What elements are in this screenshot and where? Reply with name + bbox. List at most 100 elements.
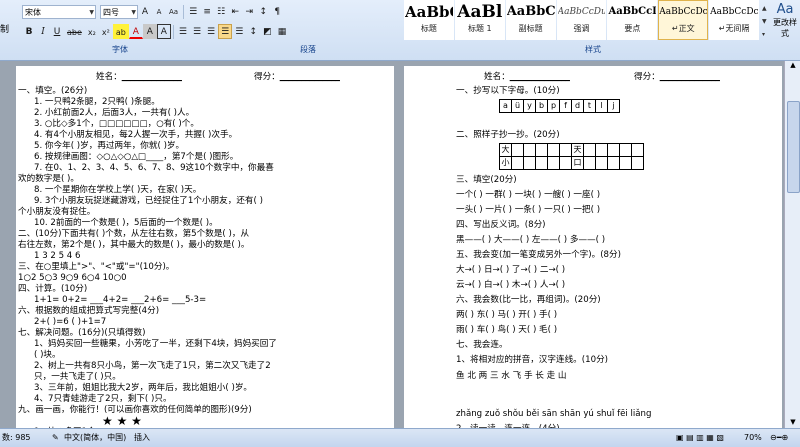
- question-line: 四、计算。(10分): [18, 284, 88, 294]
- question-line: 雨( ) 车( ) 鸟( ) 天( ) 毛( ): [456, 325, 558, 335]
- show-marks-icon[interactable]: ¶: [270, 4, 284, 19]
- strikethrough-label: abe: [67, 28, 82, 37]
- char-shading-button[interactable]: A: [142, 24, 157, 39]
- align-center-icon[interactable]: ☰: [190, 24, 204, 39]
- grow-font-label: A: [141, 7, 149, 17]
- style-title[interactable]: AaBbC 标题: [404, 0, 454, 40]
- char-border-button[interactable]: A: [156, 24, 171, 39]
- borders-icon[interactable]: ▦: [275, 24, 290, 39]
- question-line: ★ ★ ★: [102, 414, 142, 428]
- style-preview: AaBbC: [506, 4, 555, 19]
- style-strong[interactable]: AaBbCcD 要点: [607, 0, 658, 40]
- grow-font-button[interactable]: A: [138, 4, 152, 19]
- style-no-spacing[interactable]: AaBbCcDc ↵无间隔: [709, 0, 760, 40]
- align-left-icon[interactable]: ☰: [176, 24, 190, 39]
- zoom-level[interactable]: 70%: [744, 429, 762, 447]
- highlight-button[interactable]: ab: [112, 24, 129, 39]
- style-name: 标题 1: [467, 24, 492, 33]
- question-line: 二、照样子抄一抄。(20分): [456, 130, 560, 140]
- font-name-combo[interactable]: 宋体 ▼: [22, 4, 96, 19]
- separator: [172, 24, 174, 39]
- shrink-font-button[interactable]: A: [152, 4, 166, 19]
- italic-button[interactable]: I: [36, 24, 50, 39]
- font-size-combo[interactable]: 四号 ▼: [100, 4, 138, 19]
- distributed-icon[interactable]: ☰: [232, 24, 246, 39]
- style-heading1[interactable]: AaBl 标题 1: [454, 0, 505, 40]
- underline-label: U: [53, 27, 61, 37]
- strikethrough-button[interactable]: abe: [64, 24, 85, 39]
- question-line: 1、妈妈买回一些糖果，小芳吃了一半，还剩下4块，妈妈买回了: [34, 339, 277, 349]
- line-spacing-icon[interactable]: ↕: [246, 24, 260, 39]
- question-line: 六、根据数的组成把算式写完整(4分): [18, 306, 160, 316]
- question-line: 2+( )=6 ( )+1=7: [34, 317, 107, 327]
- question-line: 5. 你今年( )岁，再过两年，你就( )岁。: [34, 141, 185, 151]
- separator: [183, 4, 185, 19]
- vertical-scrollbar[interactable]: ▲ ▼: [784, 61, 800, 428]
- copy-row: 小口: [499, 156, 644, 170]
- insert-mode[interactable]: 插入: [134, 429, 150, 447]
- page-left[interactable]: 姓名：______________ 得分：______________ 一、填空…: [16, 66, 394, 428]
- question-line: 一头( ) 一片( ) 一条( ) 一只( ) 一把( ): [456, 205, 601, 215]
- increase-indent-icon[interactable]: ⇥: [242, 4, 256, 19]
- font-color-button[interactable]: A: [128, 24, 143, 39]
- question-line: 10. 2前面的一个数是( )，5后面的一个数是( )。: [34, 218, 218, 228]
- name-label: 姓名：______________: [96, 72, 182, 82]
- question-line: 4. 有4个小朋友相见，每2人握一次手，共握( )次手。: [34, 130, 238, 140]
- word-count[interactable]: 数: 985: [2, 429, 31, 447]
- font-name-value: 宋体: [25, 7, 41, 17]
- question-line: 二、(10分)下面共有( )个数，从左往右数，第5个数是( )，从: [18, 229, 250, 239]
- multilevel-list-icon[interactable]: ☷: [214, 4, 228, 19]
- style-normal[interactable]: AaBbCcDc ↵正文: [658, 0, 709, 40]
- font-group-label: 字体: [112, 45, 128, 54]
- font-size-value: 四号: [103, 7, 119, 17]
- copy-row: 大天: [499, 143, 644, 157]
- chevron-down-icon: ▼: [131, 8, 136, 16]
- scroll-down-icon[interactable]: ▼: [785, 418, 800, 426]
- question-line: 三、在○里填上">"、"<"或"="(10分)。: [18, 262, 175, 272]
- letter-grid: aüybpfdtlj: [499, 99, 620, 113]
- view-buttons[interactable]: ▣ ▤ ▥ ▦ ▧: [676, 429, 724, 447]
- superscript-label: x²: [101, 28, 110, 37]
- align-right-icon[interactable]: ☰: [204, 24, 218, 39]
- question-line: 一、填空。(26分): [18, 86, 88, 96]
- letter-cell: j: [607, 99, 620, 113]
- question-line: 2、树上一共有8只小鸟，第一次飞走了1只，第二次又飞走了2: [34, 361, 271, 371]
- sort-icon[interactable]: ↕: [256, 4, 270, 19]
- subscript-button[interactable]: x₂: [85, 24, 99, 39]
- question-line: 欢的数字是( )。: [18, 174, 79, 184]
- style-name: ↵正文: [671, 24, 695, 33]
- bullets-icon[interactable]: ☰: [186, 4, 200, 19]
- bold-button[interactable]: B: [22, 24, 36, 39]
- question-line: 9. 3个小朋友玩捉迷藏游戏，已经捉住了1个小朋友，还有( ): [34, 196, 263, 206]
- clear-format-button[interactable]: Aa: [166, 4, 181, 19]
- justify-icon[interactable]: ☰: [218, 24, 233, 39]
- change-styles-button[interactable]: Aa 更改样式: [770, 2, 800, 39]
- style-emphasis[interactable]: AaBbCcDu 强调: [556, 0, 607, 40]
- style-name: 副标题: [518, 24, 543, 33]
- question-line: 鱼 北 两 三 水 飞 手 长 走 山: [456, 371, 567, 381]
- page-right[interactable]: 姓名：______________ 得分：______________ 一、抄写…: [404, 66, 782, 428]
- scroll-thumb[interactable]: [787, 101, 800, 193]
- change-styles-label: 更改样式: [773, 18, 797, 38]
- question-line: 七、解决问题。(16分)(只填得数): [18, 328, 146, 338]
- decrease-indent-icon[interactable]: ⇤: [228, 4, 242, 19]
- question-line: 4、7只青蛙游走了2只，剩下( )只。: [34, 394, 172, 404]
- question-line: 黑——( ) 大——( ) 左——( ) 多——( ): [456, 235, 606, 245]
- superscript-button[interactable]: x²: [99, 24, 113, 39]
- style-subtitle[interactable]: AaBbC 副标题: [505, 0, 556, 40]
- styles-scroll[interactable]: ▲ ▼ ▾: [762, 2, 768, 42]
- question-line: 云→( ) 白→( ) 木→( ) 人→( ): [456, 280, 566, 290]
- zoom-slider[interactable]: ⊖━⊕: [770, 429, 788, 447]
- style-name: ↵无间隔: [718, 24, 750, 33]
- language-indicator[interactable]: 中文(简体，中国): [64, 429, 126, 447]
- question-line: 三、填空(20分): [456, 175, 517, 185]
- font-color-label: A: [132, 27, 139, 37]
- shading-icon[interactable]: ◩: [260, 24, 275, 39]
- ribbon: 制 宋体 ▼ 四号 ▼ A A Aa ☰ ≡ ☷ ⇤ ⇥ ↕ ¶ B I U abe…: [0, 0, 800, 61]
- proofing-icon[interactable]: ✎: [52, 429, 59, 447]
- scroll-up-icon[interactable]: ▲: [785, 61, 800, 69]
- underline-button[interactable]: U: [50, 24, 64, 39]
- highlight-label: ab: [115, 28, 126, 37]
- question-line: 8. 一个星期你在学校上学( )天，在家( )天。: [34, 185, 202, 195]
- numbering-icon[interactable]: ≡: [200, 4, 214, 19]
